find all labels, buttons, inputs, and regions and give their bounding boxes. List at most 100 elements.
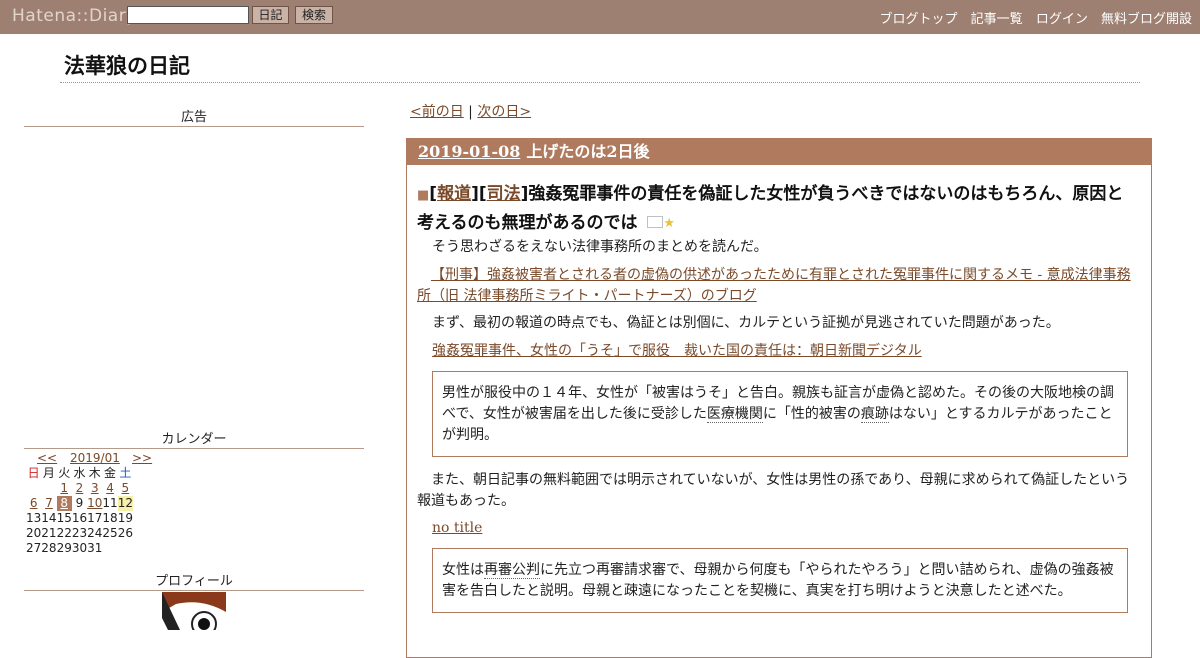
calendar-day: 16 xyxy=(71,511,88,525)
law-office-blog-link[interactable]: 【刑事】強姦被害者とされる者の虚偽の供述があったために有罪とされた冤罪事件に関す… xyxy=(417,267,1131,304)
calendar-week-row: 13 14 15 16 17 18 19 xyxy=(26,511,133,526)
calendar-prev-link[interactable]: << xyxy=(37,451,57,465)
calendar-week-row: 27 28 29 30 31 xyxy=(26,541,133,556)
next-day-link[interactable]: 次の日> xyxy=(477,104,531,120)
calendar-day-link[interactable]: 5 xyxy=(122,481,130,495)
search-button[interactable]: 検索 xyxy=(295,6,333,24)
calendar-day: 22 xyxy=(56,526,72,540)
category-link-report[interactable]: 報道 xyxy=(437,184,471,204)
link-paragraph-1: 【刑事】強姦被害者とされる者の虚偽の供述があったために有罪とされた冤罪事件に関す… xyxy=(417,265,1137,307)
title-divider xyxy=(60,82,1140,83)
category-link-justice[interactable]: 司法 xyxy=(487,184,521,204)
paragraph-2: まず、最初の報道の時点でも、偽証とは別個に、カルテという証拠が見逃されていた問題… xyxy=(432,315,1060,331)
calendar-day[interactable]: 6 xyxy=(26,496,41,511)
search-input[interactable] xyxy=(127,6,249,24)
calendar-day[interactable]: 8 xyxy=(56,496,72,511)
quote-text: に先立つ再審請求審で、母親から何度も「やられたやろう」と問い詰められ、虚偽の強姦… xyxy=(442,562,1114,599)
calendar-weekday: 日 xyxy=(27,466,40,480)
calendar-weekday: 土 xyxy=(119,466,132,480)
quote-text: 女性は xyxy=(442,562,484,578)
calendar-day: 26 xyxy=(117,526,133,540)
day-date-link[interactable]: 2019-01-08 xyxy=(418,142,520,161)
calendar-day: 23 xyxy=(71,526,88,540)
calendar-day: 28 xyxy=(41,541,57,555)
keyword-link[interactable]: 痕跡 xyxy=(860,406,889,423)
calendar-day xyxy=(26,481,41,496)
diary-button[interactable]: 日記 xyxy=(252,6,289,24)
paragraph-1: そう思わざるをえない法律事務所のまとめを読んだ。 xyxy=(432,239,768,255)
calendar-day[interactable]: 10 xyxy=(87,496,102,511)
calendar-day: 17 xyxy=(87,511,103,525)
calendar-week-row: 20 21 22 23 24 25 26 xyxy=(26,526,133,541)
section-anchor[interactable]: ■ xyxy=(417,188,429,203)
calendar-day[interactable]: 4 xyxy=(102,481,117,496)
day-entry: 2019-01-08 上げたのは2日後 ■[報道][司法]強姦冤罪事件の責任を偽証… xyxy=(406,138,1152,658)
category-bracket: [ xyxy=(429,184,438,204)
calendar-day: 15 xyxy=(56,511,72,525)
login-link[interactable]: ログイン xyxy=(1036,12,1088,27)
calendar-day: 14 xyxy=(41,511,57,525)
calendar-day: 11 xyxy=(102,496,118,510)
keyword-link[interactable]: 医療機関 xyxy=(706,406,763,423)
calendar-weekday: 木 xyxy=(88,466,101,480)
calendar-day[interactable]: 3 xyxy=(87,481,102,496)
calendar-day: 21 xyxy=(41,526,57,540)
profile-heading: プロフィール xyxy=(24,570,364,591)
star-icon[interactable]: ★ xyxy=(663,216,675,231)
link-paragraph-3: no title xyxy=(432,518,1132,539)
profile-avatar[interactable] xyxy=(162,592,226,630)
calendar-day: 24 xyxy=(87,526,103,540)
calendar-day[interactable]: 7 xyxy=(41,496,56,511)
calendar-day-link[interactable]: 8 xyxy=(60,496,68,510)
calendar-grid: 日月火水木金土 1 2 3 4 5 6 7 8 9 10 11 12 13 14 15 16 17 18 19 20 21… xyxy=(26,466,133,556)
top-links: ブログトップ 記事一覧 ログイン 無料ブログ開設 xyxy=(871,8,1192,27)
calendar-day xyxy=(102,541,117,556)
paragraph-3: また、朝日記事の無料範囲では明示されていないが、女性は男性の孫であり、母親に求め… xyxy=(417,472,1130,509)
ad-heading: 広告 xyxy=(24,106,364,127)
article-list-link[interactable]: 記事一覧 xyxy=(971,12,1023,27)
calendar-day: 12 xyxy=(117,496,133,511)
day-navigation: <前の日 | 次の日> xyxy=(410,101,531,121)
asahi-article-link[interactable]: 強姦冤罪事件、女性の「うそ」で服役 裁いた国の責任は：朝日新聞デジタル xyxy=(432,343,922,359)
blockquote-1: 男性が服役中の１４年、女性が「被害はうそ」と告白。親族も証言が虚偽と認めた。その… xyxy=(432,371,1128,457)
link-paragraph-2: 強姦冤罪事件、女性の「うそ」で服役 裁いた国の責任は：朝日新聞デジタル xyxy=(432,341,1132,362)
category-bracket: ][ xyxy=(471,184,487,204)
calendar-day: 31 xyxy=(87,541,103,555)
quote-text: に「性的被害の xyxy=(762,406,861,422)
calendar-day: 18 xyxy=(102,511,118,525)
calendar-day-link[interactable]: 6 xyxy=(30,496,38,510)
calendar-weekday-row: 日月火水木金土 xyxy=(26,466,133,481)
calendar-day: 29 xyxy=(56,541,72,555)
calendar-heading: カレンダー xyxy=(24,428,364,449)
calendar-day: 19 xyxy=(117,511,133,525)
calendar-day: 30 xyxy=(71,541,88,555)
no-title-link[interactable]: no title xyxy=(432,520,482,536)
calendar-day: 27 xyxy=(26,541,42,555)
day-title: 上げたのは2日後 xyxy=(526,142,650,161)
calendar-next-link[interactable]: >> xyxy=(132,451,152,465)
calendar-day-link[interactable]: 4 xyxy=(106,481,114,495)
calendar-month-link[interactable]: 2019/01 xyxy=(70,451,120,465)
keyword-link[interactable]: 再審公判 xyxy=(484,562,540,579)
blog-top-link[interactable]: ブログトップ xyxy=(880,12,958,27)
calendar-day xyxy=(118,541,133,556)
section-title: ■[報道][司法]強姦冤罪事件の責任を偽証した女性が負うべきではないのはもちろん… xyxy=(417,181,1137,237)
calendar-day-link[interactable]: 3 xyxy=(91,481,99,495)
calendar-weekday: 水 xyxy=(73,466,86,480)
bookmark-icon[interactable] xyxy=(647,216,664,228)
nav-separator: | xyxy=(463,104,478,120)
calendar-day-link[interactable]: 7 xyxy=(45,496,53,510)
blog-title[interactable]: 法華狼の日記 xyxy=(64,50,190,80)
calendar-day: 20 xyxy=(26,526,42,540)
create-blog-link[interactable]: 無料ブログ開設 xyxy=(1101,12,1192,27)
prev-day-link[interactable]: <前の日 xyxy=(410,104,464,120)
calendar-day-link[interactable]: 2 xyxy=(76,481,84,495)
hatena-diary-logo[interactable]: Hatena::Diary xyxy=(12,6,137,26)
calendar-day-link[interactable]: 1 xyxy=(60,481,68,495)
calendar-day[interactable]: 1 xyxy=(57,481,72,496)
calendar-week-row: 12345 xyxy=(26,481,133,496)
calendar-day[interactable]: 5 xyxy=(118,481,133,496)
calendar-day-link[interactable]: 10 xyxy=(87,496,102,510)
calendar-weekday: 月 xyxy=(42,466,55,480)
calendar-day[interactable]: 2 xyxy=(72,481,87,496)
